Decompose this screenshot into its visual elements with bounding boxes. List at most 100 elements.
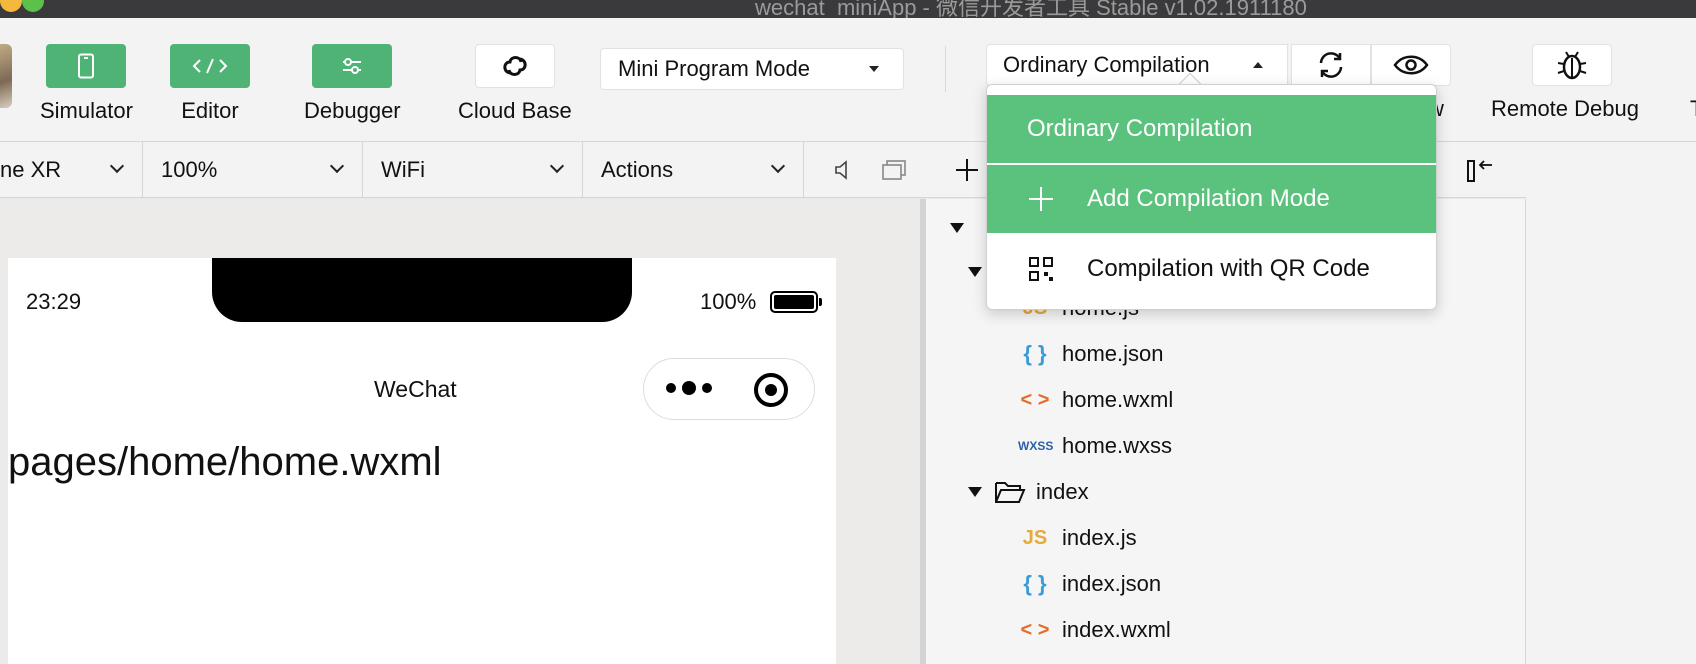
file-row[interactable]: < > index.wxml [1018,617,1171,643]
file-name: index.json [1062,571,1162,596]
editor-button[interactable] [170,44,250,88]
simulator-settings-bar: ne XR 100% WiFi Actions [0,142,1696,198]
phone-icon [78,53,95,79]
menu-item-add-compilation-mode[interactable]: Add Compilation Mode [987,165,1436,233]
folder-name: index [1036,479,1089,504]
menu-item-label: Ordinary Compilation [1027,115,1253,142]
zoom-select[interactable]: 100% [143,142,363,198]
user-avatar[interactable] [0,44,12,108]
debugger-label: Debugger [304,98,401,123]
battery-tip [819,298,822,306]
chevron-down-icon [109,158,125,174]
file-row[interactable]: { } index.json [1018,571,1161,597]
debugger-button[interactable] [312,44,393,88]
nav-title: WeChat [374,376,457,402]
tree-root-row[interactable] [950,223,976,233]
file-name: home.wxss [1062,433,1173,458]
tree-index-folder-row[interactable]: index [968,479,1089,505]
file-row[interactable]: JS index.js [1018,525,1137,551]
battery-icon [770,291,818,313]
compile-mode-value: Ordinary Compilation [1003,52,1210,77]
zoom-window-button[interactable] [22,0,44,12]
window-icon [882,160,906,180]
sliders-icon [343,58,362,74]
simulator-tool[interactable]: Simulator [40,44,133,124]
plus-icon [1029,187,1053,211]
mute-button[interactable] [822,142,862,198]
zoom-select-value: 100% [161,157,218,182]
mode-select[interactable]: Mini Program Mode [600,48,904,90]
remote-debug-button[interactable] [1532,44,1612,86]
status-battery-percent: 100% [700,289,757,314]
wxml-file-icon: < > [1020,618,1050,641]
page-path-text: pages/home/home.wxml [8,440,442,484]
chevron-down-icon [549,158,565,174]
debugger-tool[interactable]: Debugger [304,44,401,124]
file-row[interactable]: < > home.wxml [1018,387,1174,413]
cloud-base-label: Cloud Base [458,98,572,123]
speaker-icon [835,160,847,180]
remote-debug-label: Remote Debug [1491,96,1639,121]
right-panel [1526,142,1696,664]
more-tool-label: T [1690,96,1696,122]
menu-item-ordinary-compilation[interactable]: Ordinary Compilation [987,95,1436,163]
network-select[interactable]: WiFi [363,142,583,198]
wxss-file-icon: WXSS [1018,439,1054,453]
chevron-down-icon [329,158,345,174]
more-dots-icon[interactable] [666,381,712,395]
json-file-icon: { } [1023,571,1047,596]
caret-up-icon [1253,62,1263,68]
collapse-left-icon [1467,160,1492,182]
close-miniprogram-icon[interactable] [754,373,788,407]
device-select[interactable]: ne XR [0,142,143,198]
qr-code-icon [1029,257,1053,281]
add-file-button[interactable] [950,142,984,198]
compile-mode-menu: Ordinary Compilation Add Compilation Mod… [986,84,1437,310]
code-icon [192,58,228,74]
cloud-base-button[interactable] [474,44,555,88]
window-title: wechat_miniApp - 微信开发者工具 Stable v1.02.19… [755,0,1307,18]
preview-button[interactable] [1371,44,1451,86]
expand-triangle-icon [950,223,964,233]
device-select-value: ne XR [0,157,62,182]
cloud-link-icon [503,56,527,76]
compile-mode-select[interactable]: Ordinary Compilation [986,44,1288,86]
refresh-compile-button[interactable] [1291,44,1371,86]
file-name: home.wxml [1062,387,1174,412]
file-row[interactable]: { } home.json [1018,341,1164,367]
file-name: home.json [1062,341,1164,366]
chevron-down-icon [770,158,786,174]
editor-tool[interactable]: Editor [170,44,250,124]
capsule-menu [643,358,815,420]
plus-icon [956,159,978,181]
caret-down-icon [869,66,879,72]
toolbar-divider [945,46,946,92]
json-file-icon: { } [1023,341,1047,366]
minimize-window-button[interactable] [0,0,22,12]
menu-item-compile-with-qr[interactable]: Compilation with QR Code [987,235,1436,303]
refresh-icon [1319,52,1343,78]
eye-icon [1393,55,1429,75]
file-name: index.js [1062,525,1137,550]
expand-triangle-icon [968,267,982,277]
wxml-file-icon: < > [1020,388,1050,411]
mode-select-value: Mini Program Mode [618,56,810,81]
title-bar: wechat_miniApp - 微信开发者工具 Stable v1.02.19… [0,0,1696,18]
network-select-value: WiFi [381,157,425,182]
simulator-button[interactable] [46,44,127,88]
expand-triangle-icon [968,487,982,497]
file-row[interactable]: WXSS home.wxss [1018,433,1172,459]
folder-open-icon [995,482,1026,503]
bug-icon [1557,51,1587,80]
menu-item-label: Compilation with QR Code [1087,255,1370,282]
phone-notch [212,258,632,322]
main-toolbar: Simulator Editor Debugger Cloud Base Min… [0,18,1696,142]
actions-select-value: Actions [601,157,674,182]
editor-label: Editor [181,98,239,123]
status-time: 23:29 [26,289,82,314]
collapse-panel-button[interactable] [1460,142,1500,198]
detach-window-button[interactable] [870,142,918,198]
actions-select[interactable]: Actions [583,142,804,198]
menu-item-label: Add Compilation Mode [1087,185,1330,212]
cloud-base-tool[interactable]: Cloud Base [458,44,572,124]
